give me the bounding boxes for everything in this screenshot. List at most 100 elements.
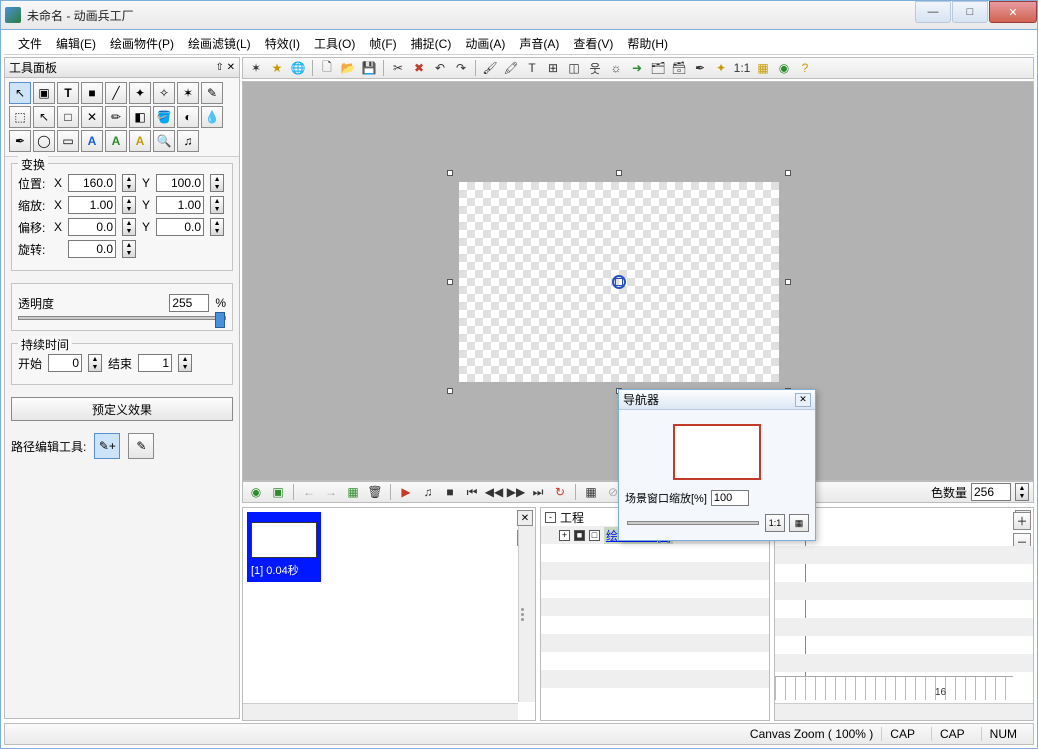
star-icon[interactable]: ★: [268, 59, 286, 77]
close-button[interactable]: ✕: [989, 1, 1037, 23]
layer-icon[interactable]: 🗂: [649, 59, 667, 77]
globe-icon[interactable]: 🌐: [289, 59, 307, 77]
bucket-tool-icon[interactable]: 🪣: [153, 106, 175, 128]
arrow-icon[interactable]: ➜: [628, 59, 646, 77]
rectsel-tool-icon[interactable]: □: [57, 106, 79, 128]
text-tool-icon[interactable]: T: [57, 82, 79, 104]
sound-icon[interactable]: ♫: [419, 483, 437, 501]
path-edit-icon[interactable]: ✎: [128, 433, 154, 459]
new-icon[interactable]: 🗋: [318, 59, 336, 77]
last-icon[interactable]: ⏭: [529, 483, 547, 501]
navigator-window[interactable]: 导航器 ✕ 场景窗口缩放[%] 1:1 ▦: [618, 389, 816, 541]
scale-x-input[interactable]: [68, 196, 116, 214]
stop-icon[interactable]: ■: [441, 483, 459, 501]
start-spin[interactable]: ▲▼: [88, 354, 102, 372]
first-icon[interactable]: ⏮: [463, 483, 481, 501]
navigator-11-button[interactable]: 1:1: [765, 514, 785, 532]
handle-ml[interactable]: [447, 279, 453, 285]
menu-help[interactable]: 帮助(H): [627, 35, 668, 52]
help-icon[interactable]: ?: [796, 59, 814, 77]
navigator-fit-icon[interactable]: ▦: [789, 514, 809, 532]
move-tool-icon[interactable]: ⬚: [9, 106, 31, 128]
brush-icon[interactable]: 🖌: [481, 59, 499, 77]
delete-icon[interactable]: ✖: [410, 59, 428, 77]
gradient-tool-icon[interactable]: ◐: [177, 106, 199, 128]
handle-tl[interactable]: [447, 170, 453, 176]
save-icon[interactable]: 💾: [360, 59, 378, 77]
menu-frame[interactable]: 帧(F): [369, 35, 396, 52]
pos-x-input[interactable]: [68, 174, 116, 192]
frames-vscroll[interactable]: [518, 526, 535, 702]
canvas[interactable]: [459, 182, 779, 382]
tree-eye-icon[interactable]: ■: [574, 530, 585, 541]
next-icon[interactable]: ▶▶: [507, 483, 525, 501]
pen-tool-icon[interactable]: ✎: [201, 82, 223, 104]
navigator-slider[interactable]: [627, 521, 759, 525]
scale-x-spin[interactable]: ▲▼: [122, 196, 136, 214]
moveleft-icon[interactable]: ←: [300, 483, 318, 501]
shape-tool-icon[interactable]: ◯: [33, 130, 55, 152]
redo-icon[interactable]: ↷: [452, 59, 470, 77]
center-marker-icon[interactable]: [612, 275, 626, 289]
trash-icon[interactable]: 🗑: [366, 483, 384, 501]
loop-icon[interactable]: ↻: [551, 483, 569, 501]
menu-objects[interactable]: 绘画物件(P): [110, 35, 174, 52]
menu-edit[interactable]: 编辑(E): [56, 35, 96, 52]
minimize-button[interactable]: —: [915, 1, 951, 23]
layer2-icon[interactable]: 🗃: [670, 59, 688, 77]
preset-fx-button[interactable]: 预定义效果: [11, 397, 233, 421]
moveright-icon[interactable]: →: [322, 483, 340, 501]
brush2-icon[interactable]: 🖍: [502, 59, 520, 77]
tree-root[interactable]: 工程: [560, 509, 584, 526]
text-icon[interactable]: T: [523, 59, 541, 77]
arrow-tool-icon[interactable]: ↖: [9, 82, 31, 104]
eyedrop2-icon[interactable]: ✒: [691, 59, 709, 77]
wand-tool-icon[interactable]: ✧: [153, 82, 175, 104]
grid-icon[interactable]: ⊞: [544, 59, 562, 77]
handle-tr[interactable]: [785, 170, 791, 176]
play-icon[interactable]: ▶: [397, 483, 415, 501]
maximize-button[interactable]: □: [952, 1, 988, 23]
end-input[interactable]: [138, 354, 172, 372]
ratio-button[interactable]: 1:1: [733, 59, 751, 77]
frame-thumb[interactable]: [1] 0.04秒: [247, 512, 321, 582]
tree-expand-icon[interactable]: +: [559, 530, 570, 541]
undo-icon[interactable]: ↶: [431, 59, 449, 77]
open-icon[interactable]: 📂: [339, 59, 357, 77]
textfx-a-icon[interactable]: A: [81, 130, 103, 152]
select-tool-icon[interactable]: ↖: [33, 106, 55, 128]
menu-filter[interactable]: 绘画滤镜(L): [188, 35, 251, 52]
menu-fx[interactable]: 特效(I): [265, 35, 300, 52]
shear-y-spin[interactable]: ▲▼: [210, 218, 224, 236]
lasso-tool-icon[interactable]: ✕: [81, 106, 103, 128]
menu-tools[interactable]: 工具(O): [314, 35, 355, 52]
eraser-tool-icon[interactable]: ◧: [129, 106, 151, 128]
cut-icon[interactable]: ✂: [389, 59, 407, 77]
menu-file[interactable]: 文件: [18, 35, 42, 52]
timeline-hscroll[interactable]: [775, 703, 1033, 720]
opacity-slider[interactable]: [18, 316, 226, 320]
addframe-icon[interactable]: ◉: [247, 483, 265, 501]
zoom-tool-icon[interactable]: 🔍: [153, 130, 175, 152]
wand-icon[interactable]: ✶: [247, 59, 265, 77]
wand2-icon[interactable]: ✦: [712, 59, 730, 77]
rect2-tool-icon[interactable]: ▭: [57, 130, 79, 152]
rect-tool-icon[interactable]: ■: [81, 82, 103, 104]
brush-tool-icon[interactable]: ╱: [105, 82, 127, 104]
eyedrop-tool-icon[interactable]: ✒: [9, 130, 31, 152]
textfx-b-icon[interactable]: A: [105, 130, 127, 152]
menu-view[interactable]: 查看(V): [573, 35, 613, 52]
rot-spin[interactable]: ▲▼: [122, 240, 136, 258]
blur-tool-icon[interactable]: 💧: [201, 106, 223, 128]
end-spin[interactable]: ▲▼: [178, 354, 192, 372]
pencil-tool-icon[interactable]: ✏: [105, 106, 127, 128]
path-add-icon[interactable]: ✎+: [94, 433, 120, 459]
colorcount-spin[interactable]: ▲▼: [1015, 483, 1029, 501]
tree-lock-icon[interactable]: □: [589, 530, 600, 541]
wand2-tool-icon[interactable]: ✶: [177, 82, 199, 104]
navigator-close-icon[interactable]: ✕: [795, 393, 811, 407]
handle-tc[interactable]: [616, 170, 622, 176]
shear-x-input[interactable]: [68, 218, 116, 236]
spray-tool-icon[interactable]: ✦: [129, 82, 151, 104]
play2-icon[interactable]: ◉: [775, 59, 793, 77]
